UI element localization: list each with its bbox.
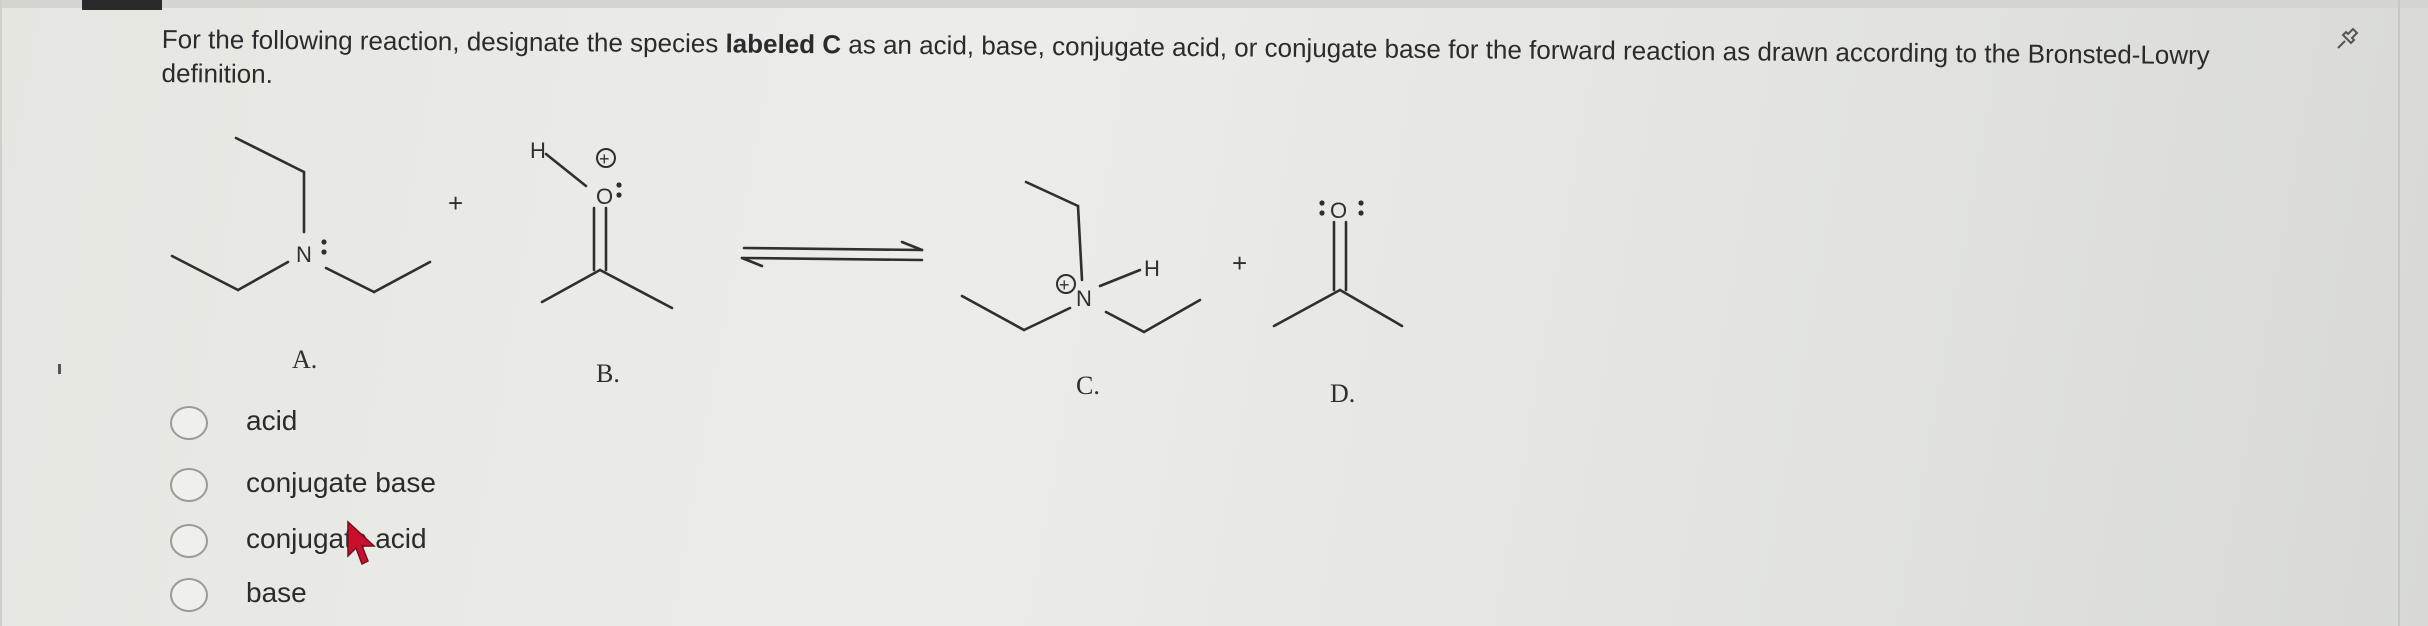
label-a: A. <box>292 345 317 374</box>
radio-base[interactable] <box>170 578 208 612</box>
atom-o-d: O <box>1330 198 1347 223</box>
radio-conjugate-acid[interactable] <box>170 524 208 558</box>
molecule-a-bonds <box>170 136 432 294</box>
label-d: D. <box>1330 379 1355 408</box>
choice-label-acid: acid <box>246 405 298 436</box>
choice-label-conjugate-acid: conjugate acid <box>246 523 427 554</box>
atom-h-c: H <box>1144 256 1160 281</box>
choice-label-base: base <box>246 577 307 608</box>
label-c: C. <box>1076 371 1100 400</box>
charge-c: + <box>1059 275 1070 295</box>
choice-label-conjugate-base: conjugate base <box>246 467 436 498</box>
choice-conjugate-base[interactable]: conjugate base <box>170 466 590 506</box>
radio-acid[interactable] <box>170 406 208 440</box>
mouse-pointer-icon <box>347 520 376 566</box>
radio-conjugate-base[interactable] <box>170 468 208 502</box>
choice-acid[interactable]: acid <box>170 404 590 444</box>
atom-o-b: O <box>596 184 613 209</box>
plus-sign-left: + <box>448 188 463 218</box>
label-b: B. <box>596 359 620 388</box>
atom-n-a: N <box>296 242 312 267</box>
choice-base[interactable]: base <box>170 576 590 616</box>
plus-sign-right: + <box>1232 248 1247 278</box>
molecule-d-bonds <box>1272 220 1404 328</box>
charge-b: + <box>599 149 610 169</box>
atom-n-c: N <box>1076 286 1092 311</box>
atom-h-b: H <box>530 138 546 163</box>
equilibrium-arrows <box>740 240 924 268</box>
molecule-b-bonds <box>540 152 674 310</box>
